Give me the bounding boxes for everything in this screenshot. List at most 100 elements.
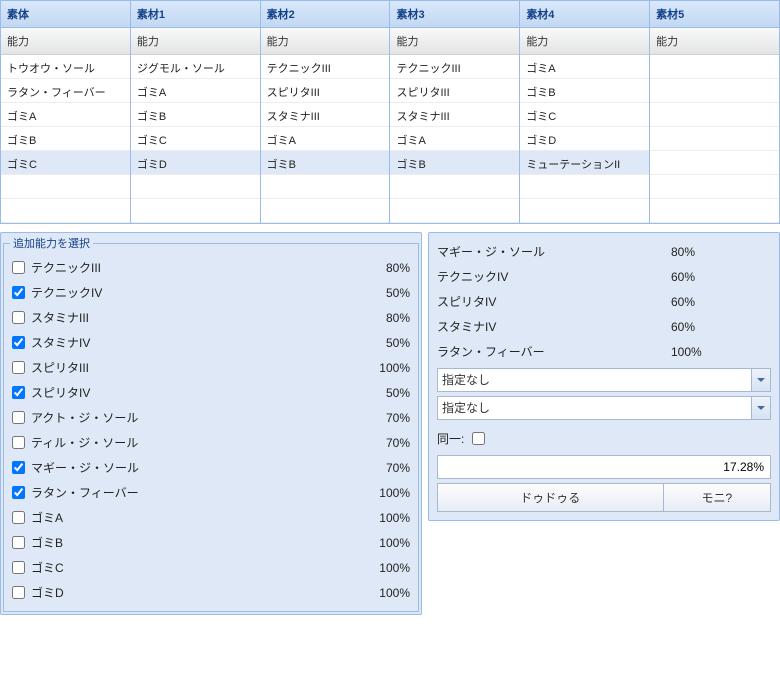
ability-checkbox[interactable] — [12, 411, 25, 424]
ability-checkbox[interactable] — [12, 536, 25, 549]
ability-checkbox[interactable] — [12, 461, 25, 474]
ability-row: ゴミC100% — [10, 555, 412, 580]
grid-cell[interactable] — [131, 199, 260, 223]
grid-cell[interactable] — [650, 55, 779, 79]
grid-cell[interactable]: ゴミC — [520, 103, 649, 127]
ability-percent: 70% — [354, 436, 410, 450]
summary-name: テクニックIV — [437, 268, 651, 285]
grid-cell[interactable]: トウオウ・ソール — [1, 55, 130, 79]
ability-row: ラタン・フィーバー100% — [10, 480, 412, 505]
grid-cell[interactable]: ミューテーションII — [520, 151, 649, 175]
grid-cell[interactable] — [1, 199, 130, 223]
grid-cell[interactable]: ジグモル・ソール — [131, 55, 260, 79]
grid-header[interactable]: 素材4 — [520, 1, 649, 28]
dudu-button[interactable]: ドゥドゥる — [437, 483, 663, 512]
ability-select-fieldset: 追加能力を選択 テクニックIII80%テクニックIV50%スタミナIII80%ス… — [3, 235, 419, 612]
grid-cell[interactable]: スタミナIII — [390, 103, 519, 127]
grid-header[interactable]: 素材3 — [390, 1, 519, 28]
grid-subheader[interactable]: 能力 — [390, 28, 519, 55]
grid-cell[interactable]: ゴミC — [1, 151, 130, 175]
ability-checkbox[interactable] — [12, 361, 25, 374]
summary-row: テクニックIV60% — [437, 264, 771, 289]
ability-percent: 100% — [354, 361, 410, 375]
moni-button[interactable]: モニ? — [663, 483, 771, 512]
ability-checkbox[interactable] — [12, 511, 25, 524]
grid-cell[interactable]: ゴミA — [131, 79, 260, 103]
grid-cell[interactable]: テクニックIII — [390, 55, 519, 79]
ability-name: スタミナIV — [31, 334, 354, 351]
ability-percent: 100% — [354, 511, 410, 525]
extra-select-2[interactable]: 指定なし — [437, 396, 771, 420]
ability-percent: 50% — [354, 286, 410, 300]
grid-cell[interactable]: スピリタIII — [390, 79, 519, 103]
extra-select-1[interactable]: 指定なし — [437, 368, 771, 392]
ability-row: スタミナIII80% — [10, 305, 412, 330]
grid-cell[interactable]: ゴミB — [131, 103, 260, 127]
grid-header[interactable]: 素材1 — [131, 1, 260, 28]
grid-cell[interactable]: スタミナIII — [261, 103, 390, 127]
grid-cell[interactable]: ゴミA — [390, 127, 519, 151]
grid-cell[interactable] — [261, 199, 390, 223]
grid-cell[interactable] — [261, 175, 390, 199]
ability-checkbox[interactable] — [12, 386, 25, 399]
grid-cell[interactable] — [520, 199, 649, 223]
ability-name: スピリタIV — [31, 384, 354, 401]
ability-percent: 100% — [354, 486, 410, 500]
ability-percent: 100% — [354, 586, 410, 600]
grid-cell[interactable]: ゴミA — [261, 127, 390, 151]
grid-cell[interactable]: ゴミA — [520, 55, 649, 79]
grid-cell[interactable] — [650, 151, 779, 175]
grid-cell[interactable]: ゴミD — [520, 127, 649, 151]
grid-cell[interactable] — [650, 199, 779, 223]
ability-percent: 50% — [354, 386, 410, 400]
grid-cell[interactable]: ゴミB — [261, 151, 390, 175]
grid-column-0: 素体能力トウオウ・ソールラタン・フィーバーゴミAゴミBゴミC — [1, 1, 131, 223]
ability-checkbox[interactable] — [12, 311, 25, 324]
ability-checkbox[interactable] — [12, 486, 25, 499]
ability-name: テクニックIV — [31, 284, 354, 301]
ability-checkbox[interactable] — [12, 436, 25, 449]
grid-cell[interactable] — [390, 199, 519, 223]
ability-checkbox[interactable] — [12, 286, 25, 299]
grid-cell[interactable] — [131, 175, 260, 199]
grid-cell[interactable] — [650, 127, 779, 151]
grid-cell[interactable]: ゴミB — [390, 151, 519, 175]
grid-cell[interactable] — [650, 175, 779, 199]
grid-cell[interactable]: ゴミA — [1, 103, 130, 127]
ability-name: スピリタIII — [31, 359, 354, 376]
ability-checkbox[interactable] — [12, 336, 25, 349]
grid-column-5: 素材5能力 — [650, 1, 779, 223]
ability-checkbox[interactable] — [12, 561, 25, 574]
grid-cell[interactable] — [650, 103, 779, 127]
ability-percent: 70% — [354, 411, 410, 425]
grid-cell[interactable]: ゴミC — [131, 127, 260, 151]
ability-percent: 80% — [354, 261, 410, 275]
ability-name: テクニックIII — [31, 259, 354, 276]
grid-cell[interactable] — [650, 79, 779, 103]
grid-cell[interactable]: スピリタIII — [261, 79, 390, 103]
grid-column-2: 素材2能力テクニックIIIスピリタIIIスタミナIIIゴミAゴミB — [261, 1, 391, 223]
grid-subheader[interactable]: 能力 — [261, 28, 390, 55]
grid-header[interactable]: 素材2 — [261, 1, 390, 28]
grid-subheader[interactable]: 能力 — [520, 28, 649, 55]
grid-cell[interactable]: ラタン・フィーバー — [1, 79, 130, 103]
summary-name: スタミナIV — [437, 318, 651, 335]
grid-header[interactable]: 素材5 — [650, 1, 779, 28]
grid-cell[interactable]: テクニックIII — [261, 55, 390, 79]
ability-checkbox[interactable] — [12, 261, 25, 274]
grid-cell[interactable] — [390, 175, 519, 199]
ability-checkbox[interactable] — [12, 586, 25, 599]
grid-subheader[interactable]: 能力 — [650, 28, 779, 55]
grid-cell[interactable]: ゴミB — [520, 79, 649, 103]
grid-subheader[interactable]: 能力 — [131, 28, 260, 55]
ability-name: ティル・ジ・ソール — [31, 434, 354, 451]
summary-percent: 100% — [651, 345, 771, 359]
grid-cell[interactable] — [520, 175, 649, 199]
grid-subheader[interactable]: 能力 — [1, 28, 130, 55]
grid-cell[interactable] — [1, 175, 130, 199]
grid-cell[interactable]: ゴミB — [1, 127, 130, 151]
grid-header[interactable]: 素体 — [1, 1, 130, 28]
grid-column-3: 素材3能力テクニックIIIスピリタIIIスタミナIIIゴミAゴミB — [390, 1, 520, 223]
same-checkbox[interactable] — [472, 432, 485, 445]
grid-cell[interactable]: ゴミD — [131, 151, 260, 175]
